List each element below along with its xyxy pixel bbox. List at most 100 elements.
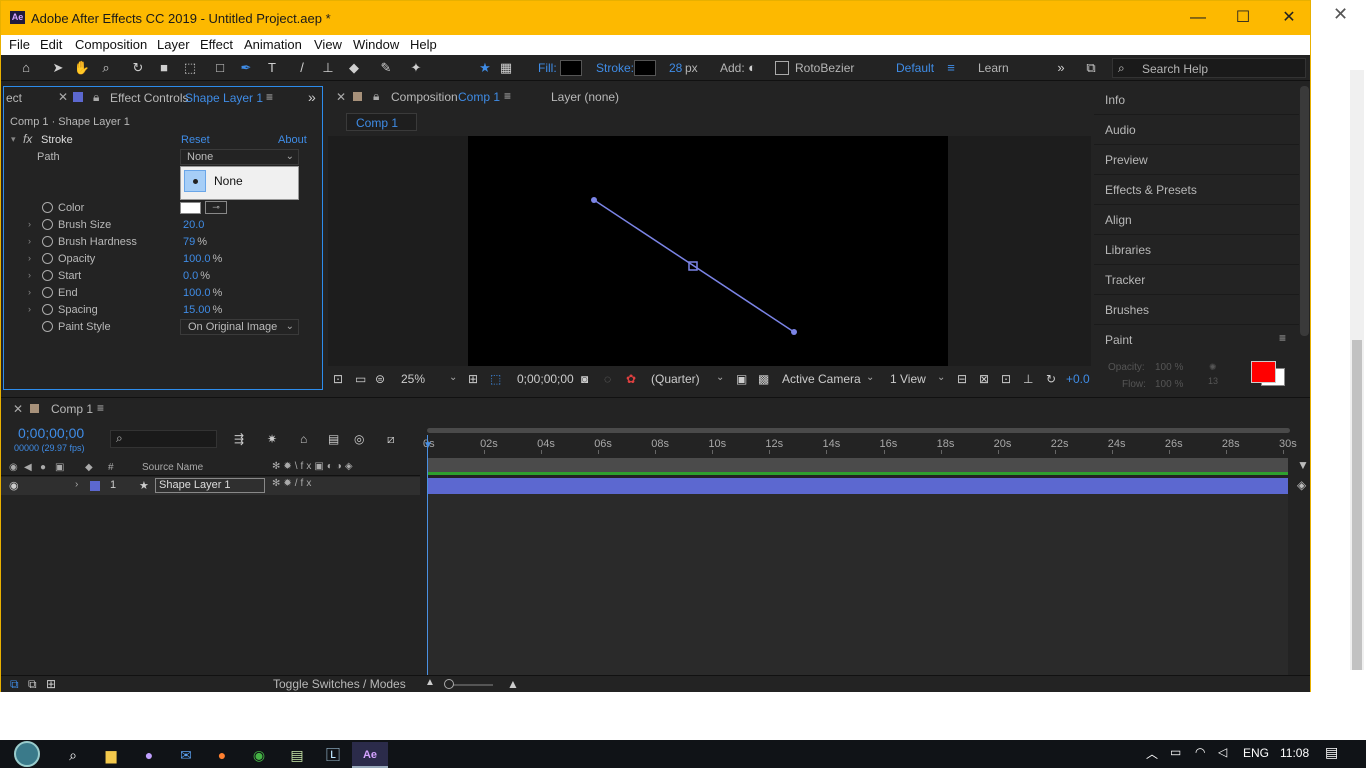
zoom-value[interactable]: 25% (401, 372, 425, 386)
timeline-zoom-handle[interactable] (444, 679, 454, 689)
close-tab-icon[interactable]: ✕ (13, 402, 23, 416)
resolution-value[interactable]: (Quarter) (651, 372, 700, 386)
motion-blur-icon[interactable]: ◎ (354, 432, 364, 446)
menu-view[interactable]: View (314, 37, 342, 52)
pen-tool-icon[interactable]: ✒ (237, 59, 255, 77)
menu-layer[interactable]: Layer (157, 37, 190, 52)
chevron-down-icon[interactable]: ⌄ (937, 372, 945, 383)
expand-arrow-icon[interactable]: › (28, 236, 31, 246)
layer-row[interactable]: ◉ › 1 ★ Shape Layer 1 ✻✹/fx (1, 477, 420, 495)
notifications-icon[interactable]: ▤ (1325, 744, 1338, 761)
draft-3d-icon[interactable]: ✷ (267, 432, 277, 446)
stroke-swatch[interactable] (634, 60, 656, 76)
panel-menu-icon[interactable]: ≡ (97, 401, 104, 415)
panel-info[interactable]: Info (1094, 86, 1299, 115)
fast-previews-icon[interactable]: ▣ (736, 372, 747, 386)
dropdown-option-none[interactable]: None (214, 174, 243, 188)
menu-effect[interactable]: Effect (200, 37, 233, 52)
panel-tracker[interactable]: Tracker (1094, 266, 1299, 295)
toggle-pixel-aspect-icon[interactable]: ⊟ (957, 372, 967, 386)
panel-align[interactable]: Align (1094, 206, 1299, 235)
effect-controls-layer-name[interactable]: Shape Layer 1 (185, 91, 263, 105)
lock-icon[interactable]: 🔒︎ (93, 90, 99, 105)
exposure-value[interactable]: +0.0 (1066, 372, 1090, 386)
expand-panels-icon[interactable]: » (308, 89, 316, 105)
stopwatch-icon[interactable] (42, 202, 53, 213)
prop-value[interactable]: 79% (183, 236, 207, 248)
eraser-tool-icon[interactable]: ◆ (345, 59, 363, 77)
panel-brushes[interactable]: Brushes (1094, 296, 1299, 325)
panel-paint[interactable]: Paint ≡ (1094, 326, 1299, 355)
menu-file[interactable]: File (9, 37, 30, 52)
timeline-graph[interactable]: 0s 02s 04s 06s 08s 10s 12s 14s 16s 18s 20s 22s 24s 26… (421, 398, 1310, 676)
path-dropdown[interactable]: None ⌄ (180, 149, 299, 165)
app-icon-l[interactable]: 🄻︎ (315, 742, 351, 768)
stroke-width-value[interactable]: 28 (669, 61, 682, 75)
panel-preview[interactable]: Preview (1094, 146, 1299, 175)
time-ruler[interactable]: 0s 02s 04s 06s 08s 10s 12s 14s 16s 18s 20s 22s 24s 26… (421, 434, 1301, 454)
workspace-menu-icon[interactable]: ≡ (942, 59, 960, 77)
expand-modes-icon[interactable]: ⧉ (28, 677, 37, 692)
fit-icon[interactable]: ⊞ (468, 372, 478, 386)
menu-composition[interactable]: Composition (75, 37, 147, 52)
project-tab-cut[interactable]: ect (6, 91, 22, 105)
show-snapshot-icon[interactable]: ◌ (604, 372, 611, 386)
camera-view-value[interactable]: Active Camera (782, 372, 861, 386)
panel-menu-icon[interactable]: ≡ (266, 90, 273, 104)
paint-style-dropdown[interactable]: On Original Image ⌄ (180, 319, 299, 335)
lock-icon[interactable]: 🔒︎ (373, 89, 379, 104)
home-icon[interactable]: ⌂ (17, 59, 35, 77)
flowchart-icon[interactable]: ⊡ (1001, 372, 1011, 386)
panel-libraries[interactable]: Libraries (1094, 236, 1299, 265)
wifi-icon[interactable]: ◠ (1195, 745, 1205, 759)
effect-stroke-row[interactable]: ▾ fx Stroke Reset About (4, 132, 308, 149)
current-time-display[interactable]: 0;00;00;00 (517, 372, 574, 386)
stopwatch-icon[interactable] (42, 236, 53, 247)
prop-value[interactable]: 100.0% (183, 287, 222, 299)
expand-arrow-icon[interactable]: › (28, 287, 31, 297)
selection-tool-icon[interactable]: ➤ (49, 59, 67, 77)
work-area-bar[interactable] (427, 428, 1290, 433)
effect-controls-tab-label[interactable]: Effect Controls (110, 91, 188, 105)
color-swatch[interactable] (180, 202, 201, 214)
monitor-icon[interactable]: ▭ (355, 372, 366, 386)
checker-icon[interactable]: ▦ (497, 59, 515, 77)
stopwatch-icon[interactable] (42, 253, 53, 264)
composition-canvas[interactable] (468, 136, 948, 366)
visibility-eye-icon[interactable]: ◉ (9, 479, 19, 492)
menu-help[interactable]: Help (410, 37, 437, 52)
roto-brush-tool-icon[interactable]: ✎ (377, 59, 395, 77)
mail-icon[interactable]: ✉ (168, 742, 204, 768)
prop-value[interactable]: 15.00% (183, 304, 222, 316)
stopwatch-icon[interactable] (42, 219, 53, 230)
comp-subtab[interactable]: Comp 1 (346, 113, 417, 131)
reset-link[interactable]: Reset (181, 134, 210, 146)
foreground-color-swatch[interactable] (1251, 361, 1276, 383)
comp-mini-flowchart-icon[interactable]: ⇶ (234, 432, 244, 446)
expand-arrow-icon[interactable]: › (28, 219, 31, 229)
chevron-down-icon[interactable]: ⌄ (866, 372, 874, 383)
path-vertex-end[interactable] (791, 329, 797, 335)
snapshot-icon[interactable]: ◙ (581, 372, 588, 386)
layer-end-marker-icon[interactable]: ◈ (1297, 478, 1306, 492)
stopwatch-icon[interactable] (42, 321, 53, 332)
prop-value[interactable]: 100.0% (183, 253, 222, 265)
more-workspaces-icon[interactable]: » (1052, 59, 1070, 77)
menu-edit[interactable]: Edit (40, 37, 62, 52)
about-link[interactable]: About (278, 134, 307, 146)
background-scroll-thumb[interactable] (1352, 340, 1362, 670)
layer-name-field[interactable]: Shape Layer 1 (155, 478, 265, 493)
volume-icon[interactable]: ◁ (1218, 745, 1227, 759)
workspace-default[interactable]: Default (896, 61, 934, 75)
sync-settings-icon[interactable]: ⧉ (1082, 59, 1100, 77)
stroke-label[interactable]: Stroke: (596, 61, 634, 75)
shape-path-line[interactable] (593, 199, 795, 333)
layer-duration-bar[interactable] (428, 478, 1288, 494)
workspace-learn[interactable]: Learn (978, 61, 1009, 75)
hand-tool-icon[interactable]: ✋ (73, 59, 91, 77)
stopwatch-icon[interactable] (42, 287, 53, 298)
prop-value[interactable]: 20.0 (183, 219, 204, 231)
stopwatch-icon[interactable] (42, 304, 53, 315)
reset-exposure-icon[interactable]: ↻ (1046, 372, 1056, 386)
channel-icon[interactable]: ✿ (626, 372, 636, 386)
